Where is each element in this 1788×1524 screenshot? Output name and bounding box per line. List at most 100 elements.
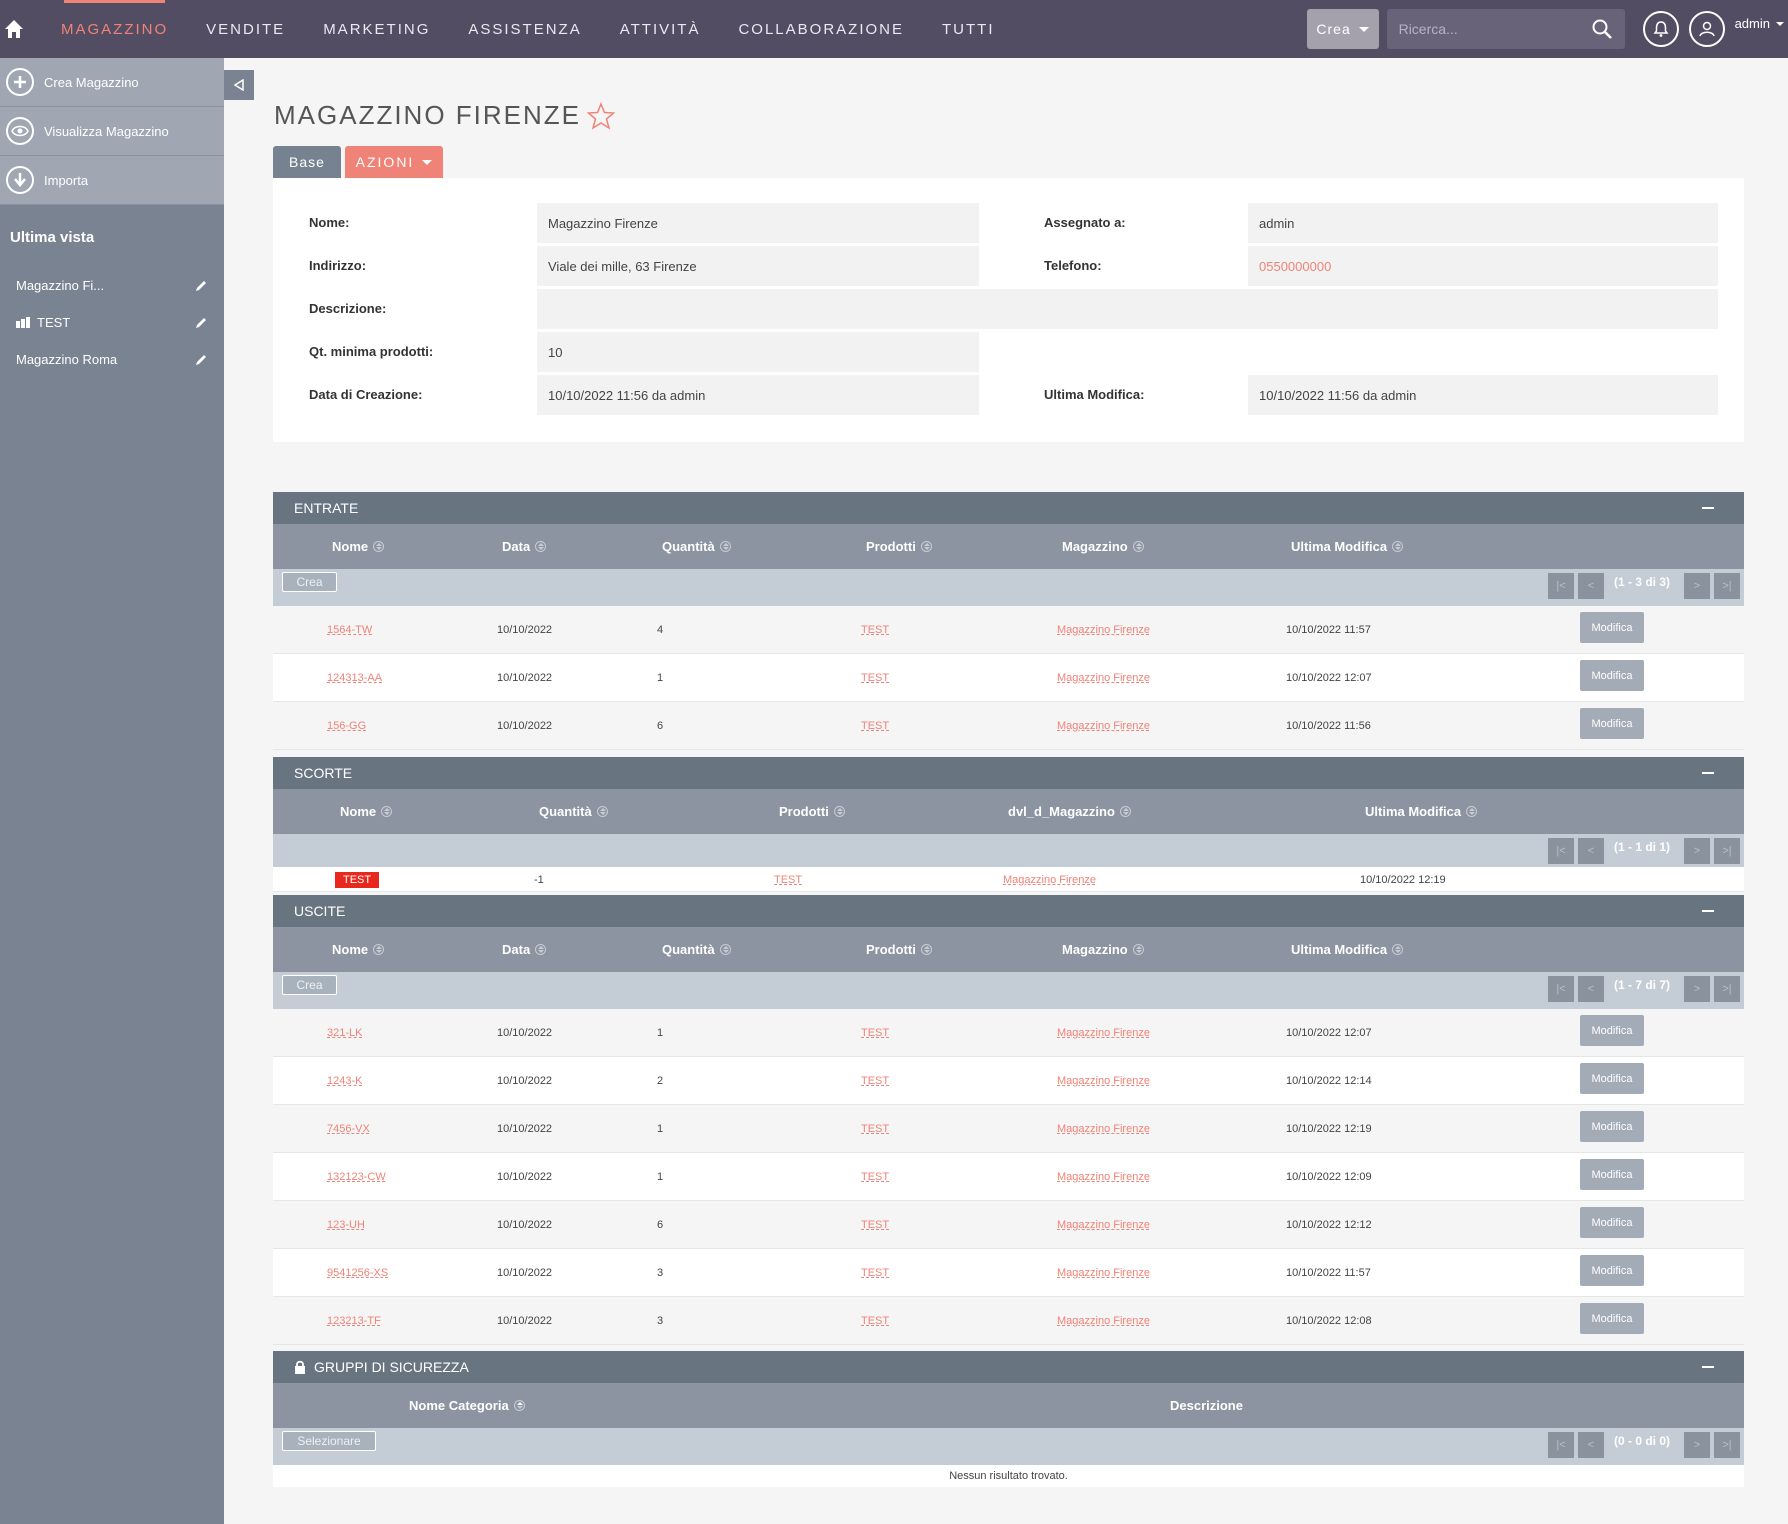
user-name[interactable]: admin	[1735, 16, 1770, 31]
pencil-icon[interactable]	[194, 279, 208, 293]
cell-prodotti-link[interactable]: TEST	[861, 1009, 889, 1057]
create-button[interactable]: Crea	[282, 975, 337, 995]
column-header[interactable]: Quantità	[662, 524, 731, 569]
collapse-minus-icon[interactable]	[1702, 772, 1714, 774]
last-page-icon[interactable]: >|	[1714, 838, 1740, 864]
sidebar-action-create[interactable]: Crea Magazzino	[0, 58, 224, 107]
column-header[interactable]: Prodotti	[866, 927, 932, 972]
prev-page-icon[interactable]: <	[1577, 1432, 1604, 1458]
edit-button[interactable]: Modifica	[1580, 1063, 1644, 1094]
column-header[interactable]: Data	[502, 927, 547, 972]
nav-item-marketing[interactable]: MARKETING	[304, 0, 449, 58]
cell-nome-link[interactable]: 321-LK	[327, 1009, 362, 1057]
nav-item-collaborazione[interactable]: COLLABORAZIONE	[719, 0, 923, 58]
edit-button[interactable]: Modifica	[1580, 708, 1644, 739]
recent-item-magazzino-firenze[interactable]: Magazzino Fi...	[0, 267, 224, 304]
sidebar-action-view[interactable]: Visualizza Magazzino	[0, 107, 224, 156]
collapse-minus-icon[interactable]	[1702, 507, 1714, 509]
nav-item-assistenza[interactable]: ASSISTENZA	[449, 0, 600, 58]
column-header[interactable]: Magazzino	[1062, 524, 1144, 569]
last-page-icon[interactable]: >|	[1714, 1432, 1740, 1458]
favorite-star-icon[interactable]	[587, 101, 615, 130]
edit-button[interactable]: Modifica	[1580, 1303, 1644, 1334]
select-button[interactable]: Selezionare	[282, 1431, 376, 1451]
cell-magazzino-link[interactable]: Magazzino Firenze	[1057, 1201, 1150, 1249]
first-page-icon[interactable]: |<	[1547, 976, 1574, 1002]
column-header[interactable]: Nome	[340, 789, 393, 834]
cell-nome-link[interactable]: 1243-K	[327, 1057, 362, 1105]
column-header[interactable]: Nome Categoria	[409, 1383, 525, 1428]
cell-prodotti-link[interactable]: TEST	[861, 654, 889, 702]
cell-nome-link[interactable]: 123213-TF	[327, 1297, 381, 1345]
edit-button[interactable]: Modifica	[1580, 1015, 1644, 1046]
cell-magazzino-link[interactable]: Magazzino Firenze	[1057, 1009, 1150, 1057]
column-header[interactable]: Nome	[332, 524, 385, 569]
edit-button[interactable]: Modifica	[1580, 1255, 1644, 1286]
field-value-telefono[interactable]: 0550000000	[1248, 246, 1718, 286]
cell-nome-link[interactable]: 9541256-XS	[327, 1249, 388, 1297]
nav-item-attivit[interactable]: ATTIVITÀ	[601, 0, 720, 58]
actions-dropdown-button[interactable]: AZIONI	[345, 146, 443, 178]
cell-prodotti-link[interactable]: TEST	[861, 1057, 889, 1105]
cell-nome-link[interactable]: 1564-TW	[327, 606, 372, 654]
notifications-bell-icon[interactable]	[1642, 11, 1679, 47]
search-input[interactable]: Ricerca...	[1386, 9, 1625, 49]
cell-magazzino-link[interactable]: Magazzino Firenze	[1057, 1153, 1150, 1201]
cell-nome-link[interactable]: 156-GG	[327, 702, 366, 750]
last-page-icon[interactable]: >|	[1714, 573, 1740, 599]
next-page-icon[interactable]: >	[1684, 573, 1710, 599]
create-button[interactable]: Crea	[282, 572, 337, 592]
cell-magazzino-link[interactable]: Magazzino Firenze	[1057, 654, 1150, 702]
first-page-icon[interactable]: |<	[1547, 573, 1574, 599]
pencil-icon[interactable]	[194, 316, 208, 330]
edit-button[interactable]: Modifica	[1580, 1207, 1644, 1238]
cell-magazzino-link[interactable]: Magazzino Firenze	[1057, 1297, 1150, 1345]
cell-prodotti-link[interactable]: TEST	[861, 1249, 889, 1297]
tab-base[interactable]: Base	[273, 146, 341, 178]
cell-magazzino-link[interactable]: Magazzino Firenze	[1003, 867, 1096, 892]
cell-magazzino-link[interactable]: Magazzino Firenze	[1057, 702, 1150, 750]
cell-prodotti-link[interactable]: TEST	[774, 867, 802, 892]
edit-button[interactable]: Modifica	[1580, 1159, 1644, 1190]
collapse-minus-icon[interactable]	[1702, 1366, 1714, 1368]
prev-page-icon[interactable]: <	[1577, 573, 1604, 599]
cell-prodotti-link[interactable]: TEST	[861, 702, 889, 750]
cell-prodotti-link[interactable]: TEST	[861, 1105, 889, 1153]
column-header[interactable]: Quantità	[539, 789, 608, 834]
subpanel-header[interactable]: GRUPPI DI SICUREZZA	[273, 1351, 1744, 1383]
first-page-icon[interactable]: |<	[1547, 838, 1574, 864]
search-icon[interactable]	[1591, 18, 1613, 40]
cell-magazzino-link[interactable]: Magazzino Firenze	[1057, 606, 1150, 654]
cell-magazzino-link[interactable]: Magazzino Firenze	[1057, 1249, 1150, 1297]
prev-page-icon[interactable]: <	[1577, 976, 1604, 1002]
cell-prodotti-link[interactable]: TEST	[861, 606, 889, 654]
nav-item-vendite[interactable]: VENDITE	[187, 0, 304, 58]
cell-nome-link[interactable]: 123-UH	[327, 1201, 365, 1249]
nav-item-tutti[interactable]: TUTTI	[923, 0, 1014, 58]
last-page-icon[interactable]: >|	[1714, 976, 1740, 1002]
edit-button[interactable]: Modifica	[1580, 660, 1644, 691]
cell-nome-link[interactable]: 124313-AA	[327, 654, 382, 702]
edit-button[interactable]: Modifica	[1580, 1111, 1644, 1142]
sidebar-action-import[interactable]: Importa	[0, 156, 224, 205]
column-header[interactable]: Prodotti	[866, 524, 932, 569]
column-header[interactable]: Magazzino	[1062, 927, 1144, 972]
recent-item-test[interactable]: TEST	[0, 304, 224, 341]
home-icon[interactable]	[2, 17, 26, 41]
column-header[interactable]: Ultima Modifica	[1291, 927, 1404, 972]
sidebar-collapse-button[interactable]	[224, 70, 254, 100]
edit-button[interactable]: Modifica	[1580, 612, 1644, 643]
column-header[interactable]: dvl_d_Magazzino	[1008, 789, 1131, 834]
prev-page-icon[interactable]: <	[1577, 838, 1604, 864]
user-avatar-icon[interactable]	[1688, 11, 1725, 47]
first-page-icon[interactable]: |<	[1547, 1432, 1574, 1458]
column-header[interactable]: Data	[502, 524, 547, 569]
column-header[interactable]: Ultima Modifica	[1365, 789, 1478, 834]
pencil-icon[interactable]	[194, 353, 208, 367]
cell-prodotti-link[interactable]: TEST	[861, 1297, 889, 1345]
next-page-icon[interactable]: >	[1684, 1432, 1710, 1458]
cell-nome-link[interactable]: 132123-CW	[327, 1153, 386, 1201]
cell-magazzino-link[interactable]: Magazzino Firenze	[1057, 1057, 1150, 1105]
column-header[interactable]: Quantità	[662, 927, 731, 972]
cell-nome-link[interactable]: 7456-VX	[327, 1105, 370, 1153]
